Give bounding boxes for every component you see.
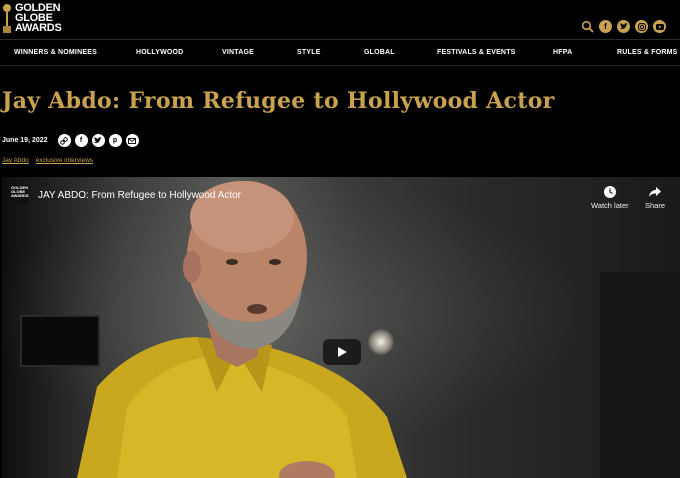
- channel-logo[interactable]: GOLDEN GLOBE AWARDS: [10, 185, 29, 205]
- facebook-icon[interactable]: f: [599, 20, 612, 33]
- youtube-icon[interactable]: [653, 20, 666, 33]
- article-date: June 19, 2022: [2, 137, 48, 144]
- main-nav: WINNERS & NOMINEES HOLLYWOOD VINTAGE STY…: [0, 40, 680, 66]
- tag-link[interactable]: exclusive interviews: [36, 157, 93, 164]
- site-header: GOLDEN GLOBE AWARDS f: [0, 0, 680, 40]
- logo-wordmark: GOLDEN GLOBE AWARDS: [15, 2, 62, 34]
- share-button[interactable]: Share: [645, 185, 665, 210]
- clock-icon: [603, 186, 616, 198]
- golden-globe-logo[interactable]: GOLDEN GLOBE AWARDS: [2, 0, 62, 36]
- interviewee-image: [77, 181, 407, 478]
- pinterest-icon[interactable]: p: [108, 134, 122, 147]
- link-icon[interactable]: [57, 134, 71, 147]
- share-label: Share: [645, 201, 666, 210]
- nav-item-rules-forms[interactable]: RULES & FORMS: [617, 49, 678, 56]
- article-title: Jay Abdo: From Refugee to Hollywood Acto…: [2, 88, 555, 114]
- nav-item-festivals-events[interactable]: FESTIVALS & EVENTS: [437, 49, 516, 56]
- nav-item-hollywood[interactable]: HOLLYWOOD: [136, 49, 183, 56]
- twitter-icon[interactable]: [617, 20, 630, 33]
- nav-item-style[interactable]: STYLE: [297, 49, 321, 56]
- tag-link[interactable]: Jay Abdo: [2, 157, 29, 164]
- nav-item-hfpa[interactable]: HFPA: [553, 49, 572, 56]
- video-title-bar: GOLDEN GLOBE AWARDS JAY ABDO: From Refug…: [10, 185, 241, 205]
- twitter-icon[interactable]: [91, 134, 105, 147]
- video-player[interactable]: GOLDEN GLOBE AWARDS JAY ABDO: From Refug…: [2, 177, 680, 478]
- background-shelf: [600, 272, 680, 478]
- social-links: f: [581, 20, 666, 33]
- play-icon: [338, 347, 347, 357]
- article-tags: Jay Abdo exclusive interviews: [2, 157, 93, 164]
- article-meta: June 19, 2022 f p: [2, 134, 139, 147]
- facebook-icon[interactable]: f: [74, 134, 88, 147]
- nav-item-vintage[interactable]: VINTAGE: [222, 49, 254, 56]
- video-title[interactable]: JAY ABDO: From Refugee to Hollywood Acto…: [38, 190, 241, 201]
- globe-statue-icon: [2, 2, 12, 34]
- search-icon[interactable]: [581, 20, 594, 33]
- share-arrow-icon: [649, 187, 661, 197]
- play-button[interactable]: [323, 339, 361, 365]
- email-icon[interactable]: [125, 134, 139, 147]
- nav-item-global[interactable]: GLOBAL: [364, 49, 395, 56]
- instagram-icon[interactable]: [635, 20, 648, 33]
- watch-later-button[interactable]: Watch later: [591, 185, 629, 210]
- watch-later-label: Watch later: [591, 201, 629, 210]
- nav-item-winners-nominees[interactable]: WINNERS & NOMINEES: [14, 49, 97, 56]
